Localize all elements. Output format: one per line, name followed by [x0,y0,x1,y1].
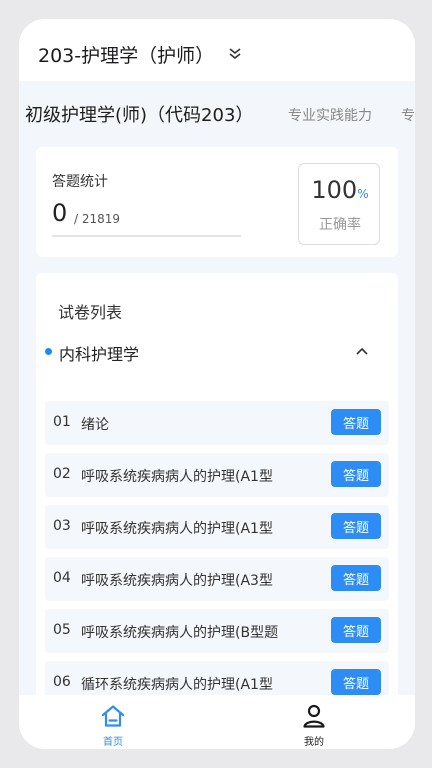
answer-button[interactable]: 答题 [331,669,381,695]
nav-home-label: 首页 [103,737,123,748]
nav-mine-label: 我的 [304,737,324,748]
papers-card: 试卷列表 内科护理学 01 绪论 答题 02 呼吸系统疾病病人的护理(A1型 答… [36,273,398,703]
answer-button[interactable]: 答题 [331,617,381,643]
paper-list: 01 绪论 答题 02 呼吸系统疾病病人的护理(A1型 答题 03 呼吸系统疾病… [45,401,389,703]
answer-button[interactable]: 答题 [331,565,381,591]
tab-professional-practice[interactable]: 专业实践能力 [288,105,372,125]
papers-title: 试卷列表 [58,303,123,322]
paper-number: 02 [53,466,71,482]
answer-button[interactable]: 答题 [331,409,381,435]
answered-count: 0 [52,199,68,227]
user-icon [303,704,325,728]
chevron-down-icon[interactable] [227,46,243,62]
paper-number: 05 [53,622,71,638]
paper-number: 01 [53,414,71,430]
paper-name: 循环系统疾病病人的护理(A1型 [81,677,273,693]
chevron-up-icon[interactable] [354,343,370,359]
paper-name: 呼吸系统疾病病人的护理(A3型 [81,573,273,589]
answer-button[interactable]: 答题 [331,513,381,539]
home-icon [101,705,125,727]
section-title[interactable]: 内科护理学 [59,341,139,365]
paper-row[interactable]: 04 呼吸系统疾病病人的护理(A3型 答题 [45,557,389,601]
paper-name: 绪论 [81,417,109,433]
stats-title: 答题统计 [52,174,108,190]
total-count: / 21819 [74,212,121,226]
nav-mine[interactable]: 我的 [284,703,344,748]
app-screen: 203-护理学（护师） 初级护理学(师)（代码203） 专业实践能力 专 答题统… [19,19,415,749]
stats-card: 答题统计 0 / 21819 100% 正确率 [36,147,398,257]
progress-bar [52,235,241,237]
accuracy-value: 100% [311,176,369,204]
section-dot [45,348,52,355]
subject-tabs: 初级护理学(师)（代码203） 专业实践能力 专 [19,97,415,133]
accuracy-box: 100% 正确率 [298,163,380,245]
paper-name: 呼吸系统疾病病人的护理(A1型 [81,469,273,485]
accuracy-unit: % [357,187,369,201]
paper-number: 04 [53,570,71,586]
tab-next[interactable]: 专 [401,105,415,125]
paper-number: 03 [53,518,71,534]
paper-name: 呼吸系统疾病病人的护理(B型题 [81,625,279,641]
exam-selector[interactable]: 203-护理学（护师） [38,41,214,68]
nav-home[interactable]: 首页 [83,703,143,748]
accuracy-label: 正确率 [319,217,361,233]
paper-row[interactable]: 01 绪论 答题 [45,401,389,445]
paper-row[interactable]: 03 呼吸系统疾病病人的护理(A1型 答题 [45,505,389,549]
bottom-nav: 首页 我的 [19,695,415,749]
paper-name: 呼吸系统疾病病人的护理(A1型 [81,521,273,537]
top-bar: 203-护理学（护师） [19,19,415,81]
answer-button[interactable]: 答题 [331,461,381,487]
paper-number: 06 [53,674,71,690]
tab-primary-nursing[interactable]: 初级护理学(师)（代码203） [25,101,253,127]
exam-title: 203-护理学（护师） [38,45,215,67]
paper-row[interactable]: 02 呼吸系统疾病病人的护理(A1型 答题 [45,453,389,497]
paper-row[interactable]: 05 呼吸系统疾病病人的护理(B型题 答题 [45,609,389,653]
